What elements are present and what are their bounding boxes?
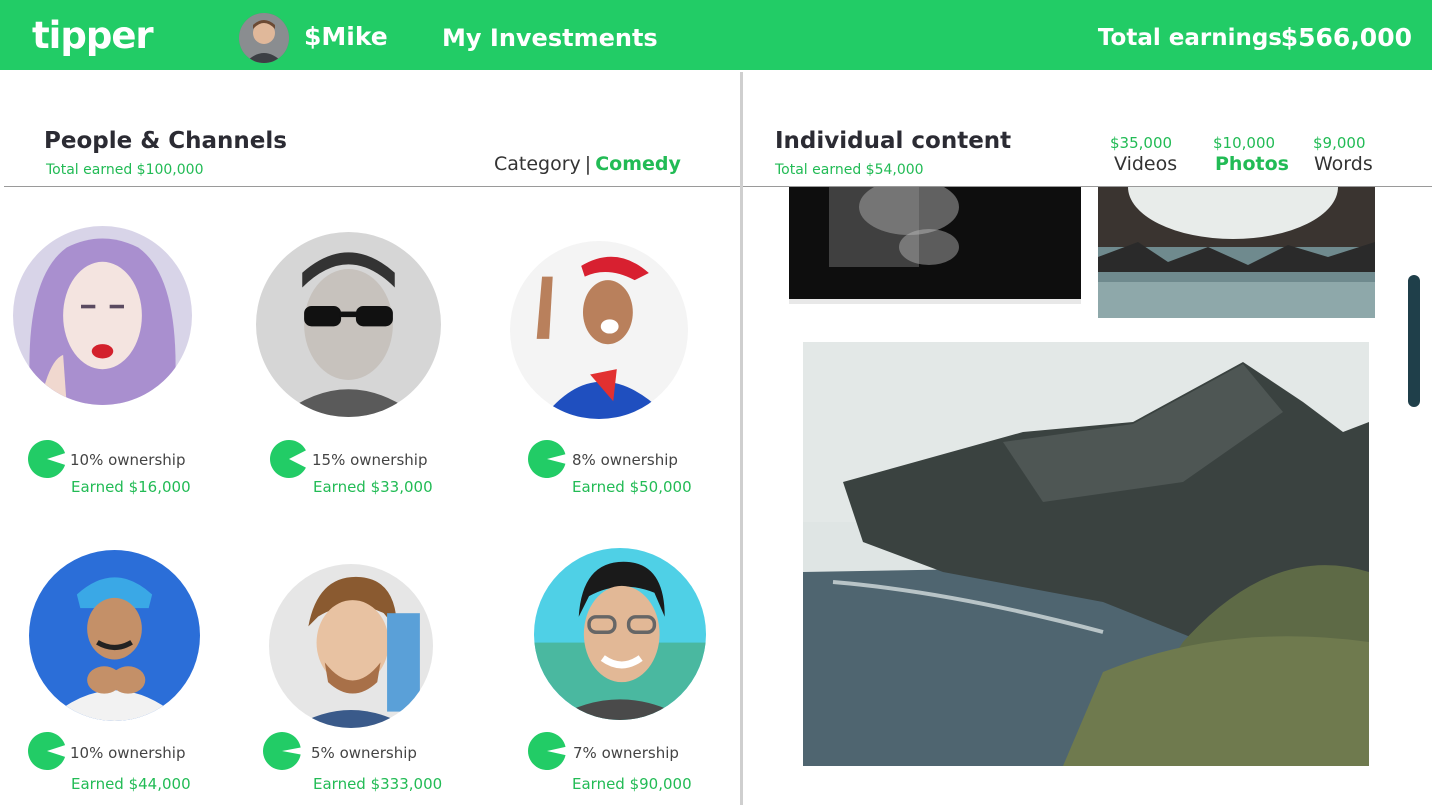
content-scrollbar[interactable] — [1408, 275, 1420, 407]
username-link[interactable]: $Mike — [304, 22, 388, 51]
ownership-pie-icon-3 — [528, 440, 566, 478]
category-filter[interactable]: Category | Comedy — [494, 153, 681, 175]
person-avatar-1[interactable] — [13, 226, 192, 405]
earned-label-6: Earned $90,000 — [572, 775, 692, 793]
ownership-pie-icon-4 — [28, 732, 66, 770]
total-earnings-value: $566,000 — [1280, 23, 1412, 52]
photo-thumbnail-2[interactable] — [1098, 187, 1375, 318]
earned-label-5: Earned $333,000 — [313, 775, 443, 793]
tab-photos[interactable]: Photos — [1215, 153, 1289, 175]
category-value-comedy[interactable]: Comedy — [595, 153, 681, 175]
ownership-pie-icon-5 — [263, 732, 301, 770]
my-investments-link[interactable]: My Investments — [442, 24, 658, 52]
ownership-pie-icon-2 — [270, 440, 306, 478]
person-avatar-4[interactable] — [29, 550, 200, 721]
earned-label-4: Earned $44,000 — [71, 775, 191, 793]
earned-label-2: Earned $33,000 — [313, 478, 433, 496]
person-avatar-3[interactable] — [510, 241, 688, 419]
total-earnings-label: Total earnings — [1097, 25, 1282, 51]
category-label: Category — [494, 153, 581, 175]
left-divider — [4, 186, 740, 187]
ownership-label-5: 5% ownership — [311, 744, 417, 762]
ownership-label-6: 7% ownership — [573, 744, 679, 762]
tab-photos-amount: $10,000 — [1213, 134, 1276, 152]
person-avatar-2[interactable] — [256, 232, 441, 417]
photo-thumbnail-1[interactable] — [789, 187, 1081, 304]
category-separator: | — [584, 153, 592, 175]
tab-words-amount: $9,000 — [1313, 134, 1366, 152]
panel-divider — [740, 72, 743, 805]
ownership-label-3: 8% ownership — [572, 451, 678, 469]
ownership-label-4: 10% ownership — [70, 744, 186, 762]
top-bar: tipper $Mike My Investments Total earnin… — [0, 0, 1432, 70]
ownership-pie-icon-6 — [528, 732, 566, 770]
user-avatar[interactable] — [239, 13, 289, 63]
earned-label-3: Earned $50,000 — [572, 478, 692, 496]
tab-videos-amount: $35,000 — [1110, 134, 1173, 152]
people-channels-title: People & Channels — [44, 128, 287, 154]
person-avatar-5[interactable] — [269, 564, 433, 728]
tab-videos[interactable]: Videos — [1114, 153, 1177, 175]
people-total-earned: Total earned $100,000 — [46, 162, 204, 178]
ownership-pie-icon-1 — [28, 440, 66, 478]
person-avatar-6[interactable] — [534, 548, 706, 720]
photo-large-cliff[interactable] — [803, 342, 1369, 766]
ownership-label-1: 10% ownership — [70, 451, 186, 469]
tab-words[interactable]: Words — [1314, 153, 1373, 175]
content-total-earned: Total earned $54,000 — [775, 162, 924, 178]
tipper-logo[interactable]: tipper — [32, 14, 154, 57]
ownership-label-2: 15% ownership — [312, 451, 428, 469]
individual-content-title: Individual content — [775, 128, 1012, 154]
earned-label-1: Earned $16,000 — [71, 478, 191, 496]
